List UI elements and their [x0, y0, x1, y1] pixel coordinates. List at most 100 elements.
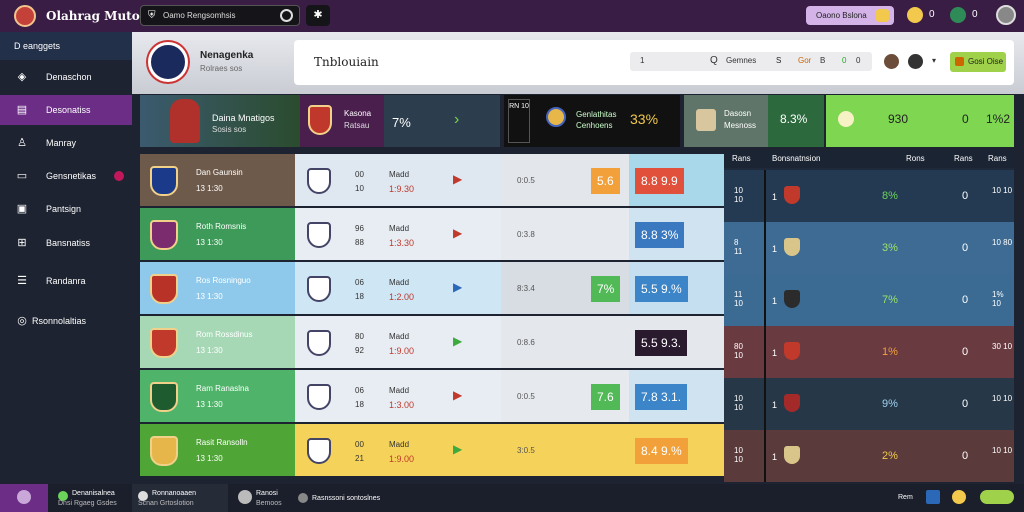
match-row[interactable]: Rom Rossdinus 13 1:30 80 92 Madd 1:9.00 … [140, 316, 724, 368]
green-button[interactable]: Gosi Oise [950, 52, 1006, 72]
avatar-2[interactable] [908, 54, 923, 69]
avatar-1[interactable] [884, 54, 899, 69]
search-box[interactable]: ⛨ Oamo Rengsomhsis [140, 5, 300, 26]
bottom-tab-2[interactable]: Ronnanoaaen Scnan Grtoslotion [132, 484, 228, 512]
opponent-cell [295, 262, 345, 314]
info-c: Madd [389, 278, 410, 287]
match-row[interactable]: Ram Ranaslna 13 1:30 06 18 Madd 1:3.00 ▶… [140, 370, 724, 422]
odds-cell: 0:0.5 5.6 [501, 154, 629, 206]
match-info: 06 18 Madd 1:3.00 ▶ [345, 370, 501, 422]
featured-trophy[interactable]: Dasosn Mesnoss [684, 95, 768, 147]
rank-zero: 0 [962, 242, 969, 254]
sidebar-item-3[interactable]: ♙ Manray [0, 128, 132, 158]
filter-h[interactable]: 0 [856, 56, 860, 65]
odds-box-cell: 7.8 3.1. [629, 370, 724, 422]
team-cell: Roth Romsnis 13 1:30 [140, 208, 295, 260]
opponent-cell [295, 370, 345, 422]
sidebar-item-1[interactable]: ◈ Denaschon [0, 62, 132, 92]
search-icon[interactable]: Q [710, 55, 718, 66]
rank-number: 80 10 [734, 342, 743, 360]
featured-summary[interactable]: 930 0 1%2 [826, 95, 1014, 147]
odds-box-2[interactable]: 8.4 9.% [635, 438, 688, 464]
featured-title: Daina Mnatigos [212, 113, 275, 123]
info-b: 18 [355, 400, 364, 409]
odds-box-2[interactable]: 5.5 9.% [635, 276, 688, 302]
team-crest [784, 394, 800, 412]
match-row[interactable]: Dan Gaunsin 13 1:30 00 10 Madd 1:9.30 ▶ … [140, 154, 724, 206]
bottom-tab-1-sub: Dnsi Rgaeg Gsdes [58, 500, 117, 507]
team-cell: Ram Ranaslna 13 1:30 [140, 370, 295, 422]
info-c: Madd [389, 386, 410, 395]
featured-match[interactable]: RN 10 Genlathitas Cenhoens 33% [504, 95, 680, 147]
ranking-row[interactable]: 80 10 1 1% 0 30 10 [724, 326, 1014, 378]
gold-coin-icon[interactable] [907, 7, 923, 23]
coin-icon[interactable] [952, 490, 966, 504]
ranking-row[interactable]: 10 10 1 2% 0 10 10 [724, 430, 1014, 482]
ranking-row[interactable]: 8 11 1 3% 0 10 80 [724, 222, 1014, 274]
team-name: Ros Rosninguo [196, 276, 251, 285]
ranking-row[interactable]: 10 10 1 9% 0 10 10 [724, 378, 1014, 430]
featured-team[interactable]: Kasona Ratsau [300, 95, 384, 147]
team-sub: 13 1:30 [196, 238, 223, 247]
bottom-tab-3[interactable]: Ranosi Bemoos [232, 484, 292, 512]
play-arrow-icon[interactable]: ▶ [453, 280, 462, 294]
settings-icon[interactable]: ✱ [306, 5, 330, 26]
sidebar-item-label: Rsonnolaltias [32, 316, 87, 326]
odds-box-1[interactable]: 7.6 [591, 384, 620, 410]
bottom-tab-1[interactable]: Denanisalnea Dnsi Rgaeg Gsdes [52, 484, 132, 512]
filter-e[interactable]: Gor [798, 56, 811, 65]
sidebar-item-2[interactable]: ▤ Desonatiss [0, 95, 132, 125]
calendar-icon[interactable] [926, 490, 940, 504]
match-title: Genlathitas [576, 110, 617, 119]
sidebar: D eanggets ◈ Denaschon ▤ Desonatiss ♙ Ma… [0, 32, 132, 484]
team-sub: 13 1:30 [196, 346, 223, 355]
bottom-tab-4[interactable]: Rasnssoni sontoslnes [294, 484, 414, 512]
play-arrow-icon[interactable]: ▶ [453, 172, 462, 186]
summary-v1: 930 [888, 112, 909, 126]
info-c: Madd [389, 440, 410, 449]
search-button[interactable] [280, 9, 293, 22]
odds-value: 0:0.5 [517, 392, 535, 401]
sidebar-item-7[interactable]: ☰ Randanra [0, 266, 132, 296]
filter-bar[interactable]: 1 Q Gemnes S Gor B 0 0 [630, 52, 872, 71]
divider [764, 170, 766, 222]
logo[interactable] [14, 5, 36, 27]
match-row[interactable]: Roth Romsnis 13 1:30 96 88 Madd 1:3.30 ▶… [140, 208, 724, 260]
chevron-down-icon[interactable]: ▾ [932, 56, 936, 65]
featured-value[interactable]: 8.3% [768, 95, 824, 147]
divider [764, 430, 766, 482]
featured-team-sub: Ratsau [344, 121, 370, 130]
ranking-row[interactable]: 11 10 1 7% 0 1% 10 [724, 274, 1014, 326]
featured-stat[interactable]: 7% › [384, 95, 500, 147]
play-arrow-icon[interactable]: ▶ [453, 226, 462, 240]
ranking-row[interactable]: 10 10 1 8% 0 10 10 [724, 170, 1014, 222]
play-arrow-icon[interactable]: ▶ [453, 334, 462, 348]
odds-box-2[interactable]: 5.5 9.3. [635, 330, 688, 356]
filter-d[interactable]: S [776, 56, 781, 65]
team-crest [150, 382, 178, 412]
odds-box-2[interactable]: 8.8 9.9 [635, 168, 684, 194]
odds-box-1[interactable]: 5.6 [591, 168, 620, 194]
toggle-icon[interactable] [980, 490, 1014, 504]
rank-number: 10 10 [734, 186, 743, 204]
cta-button[interactable]: Oaono Bslona [806, 6, 894, 25]
user-avatar[interactable] [996, 5, 1016, 25]
sidebar-item-6[interactable]: ⊞ Bansnatiss [0, 228, 132, 258]
rank-percent: 9% [882, 398, 898, 410]
odds-box-2[interactable]: 7.8 3.1. [635, 384, 688, 410]
play-arrow-icon[interactable]: ▶ [453, 388, 462, 402]
home-tab[interactable] [0, 484, 48, 512]
odds-box-1[interactable]: 7% [591, 276, 621, 302]
match-row[interactable]: Rasit Ransolln 13 1:30 00 21 Madd 1:9.00… [140, 424, 724, 476]
filter-f[interactable]: B [820, 56, 825, 65]
sidebar-item-4[interactable]: ▭ Gensnetikas [0, 161, 132, 191]
odds-box-2[interactable]: 8.8 3% [635, 222, 685, 248]
sidebar-item-8[interactable]: ◎ Rsonnolaltias [0, 306, 132, 336]
featured-player[interactable]: Daina Mnatigos Sosis sos [140, 95, 300, 147]
sidebar-item-5[interactable]: ▣ Pantsign [0, 194, 132, 224]
bottom-label-text: Rem [898, 494, 913, 501]
gem-icon[interactable] [950, 7, 966, 23]
play-arrow-icon[interactable]: ▶ [453, 442, 462, 456]
match-row[interactable]: Ros Rosninguo 13 1:30 06 18 Madd 1:2.00 … [140, 262, 724, 314]
filter-g[interactable]: 0 [842, 56, 846, 65]
